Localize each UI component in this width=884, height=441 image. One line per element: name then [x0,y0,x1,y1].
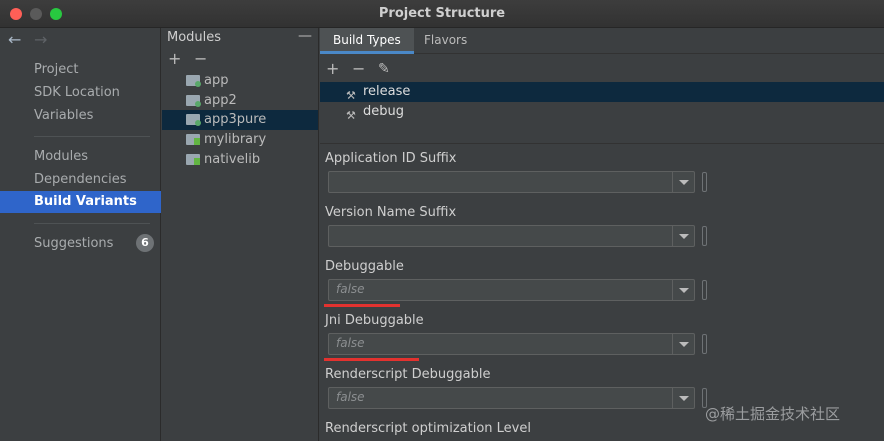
combo-value: false [336,336,365,350]
app-module-icon [186,75,201,87]
app-module-icon [186,114,201,126]
title-bar: Project Structure [0,0,884,28]
application-id-suffix-combo[interactable] [328,171,695,193]
module-item-app3pure[interactable]: app3pure [162,110,318,130]
build-type-debug[interactable]: ⚒ debug [320,102,884,122]
field-label-debuggable: Debuggable [325,259,404,274]
back-arrow-icon[interactable]: ← [8,30,21,49]
chevron-down-icon[interactable] [672,172,694,192]
red-underline-annotation [324,304,400,307]
variable-picker-button[interactable] [702,280,707,300]
remove-module-icon[interactable]: − [194,51,207,67]
library-module-icon [186,134,200,145]
field-label-renderscript-optimization-level: Renderscript optimization Level [325,421,531,436]
hammer-icon: ⚒ [346,109,356,122]
version-name-suffix-combo[interactable] [328,225,695,247]
combo-value: false [336,390,365,404]
forward-arrow-icon[interactable]: → [34,30,47,49]
app-module-icon [186,95,201,107]
add-module-icon[interactable]: + [168,51,181,67]
chevron-down-icon[interactable] [672,388,694,408]
remove-build-type-icon[interactable]: − [352,61,365,77]
add-build-type-icon[interactable]: + [326,61,339,77]
build-type-release[interactable]: ⚒ release [320,82,884,102]
watermark-text: @稀土掘金技术社区 [705,405,841,423]
build-type-name: debug [363,104,404,119]
debuggable-combo[interactable]: false [328,279,695,301]
module-name: app [204,73,229,88]
module-name: app2 [204,93,237,108]
library-module-icon [186,154,200,165]
renderscript-debuggable-combo[interactable]: false [328,387,695,409]
sidebar-divider [34,223,150,224]
sidebar-item-project[interactable]: Project [0,59,161,81]
variable-picker-button[interactable] [702,172,707,192]
chevron-down-icon[interactable] [672,280,694,300]
module-item-app[interactable]: app [162,71,318,91]
red-underline-annotation [324,358,419,361]
suggestions-count-badge: 6 [136,234,154,252]
sidebar-item-build-variants[interactable]: Build Variants [0,191,161,213]
module-item-nativelib[interactable]: nativelib [162,150,318,170]
field-label-version-name-suffix: Version Name Suffix [325,205,457,220]
chevron-down-icon[interactable] [672,334,694,354]
window-title: Project Structure [378,6,506,21]
sidebar-item-modules[interactable]: Modules [0,146,161,168]
sidebar-item-sdk-location[interactable]: SDK Location [0,82,161,104]
variable-picker-button[interactable] [702,334,707,354]
field-label-application-id-suffix: Application ID Suffix [325,151,457,166]
module-item-app2[interactable]: app2 [162,91,318,111]
module-name: mylibrary [204,132,267,147]
variable-picker-button[interactable] [702,226,707,246]
edit-pencil-icon[interactable]: ✎ [378,61,390,77]
module-item-mylibrary[interactable]: mylibrary [162,130,318,150]
collapse-panel-icon[interactable]: — [298,28,312,44]
tab-flavors[interactable]: Flavors [411,28,480,54]
panel-divider [320,143,884,144]
sidebar-divider [34,136,150,137]
build-types-panel: Build Types Flavors + − ✎ ⚒ release ⚒ de… [320,28,884,441]
tab-build-types[interactable]: Build Types [320,28,414,54]
modules-header: Modules [167,30,222,45]
field-label-jni-debuggable: Jni Debuggable [325,313,424,328]
build-type-name: release [363,84,411,99]
module-name: nativelib [204,152,261,167]
sidebar-item-variables[interactable]: Variables [0,105,161,127]
sidebar-item-dependencies[interactable]: Dependencies [0,169,161,191]
sidebar: ← → Project SDK Location Variables Modul… [0,28,161,441]
tab-bar: Build Types Flavors [320,28,884,54]
module-name: app3pure [204,112,267,127]
modules-panel: Modules — + − app app2 app3pure mylibrar… [162,28,319,441]
combo-value: false [336,282,365,296]
jni-debuggable-combo[interactable]: false [328,333,695,355]
field-label-renderscript-debuggable: Renderscript Debuggable [325,367,491,382]
chevron-down-icon[interactable] [672,226,694,246]
